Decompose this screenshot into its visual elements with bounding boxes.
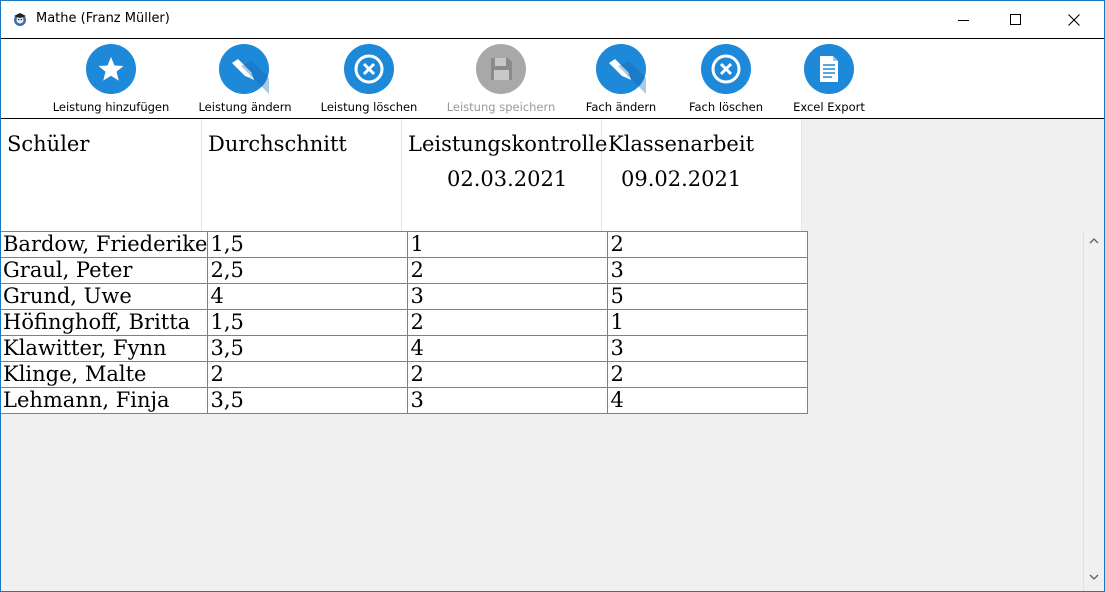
table-row[interactable]: Bardow, Friederike 1,5 1 2 <box>1 231 809 258</box>
exam-grade-cell[interactable]: 3 <box>607 335 809 362</box>
test-grade-cell[interactable]: 2 <box>407 361 609 388</box>
maximize-button[interactable] <box>993 1 1039 38</box>
document-icon <box>820 56 838 82</box>
delete-subject-button[interactable]: Fach löschen <box>676 39 776 118</box>
average-cell[interactable]: 3,5 <box>207 335 409 362</box>
column-header-test-date: 02.03.2021 <box>447 167 568 191</box>
maximize-icon <box>1010 14 1021 25</box>
exam-grade-cell[interactable]: 5 <box>607 283 809 310</box>
average-cell[interactable]: 2 <box>207 361 409 388</box>
column-header-test[interactable]: Leistungskontrolle 02.03.2021 <box>402 119 607 231</box>
test-grade-cell[interactable]: 3 <box>407 387 609 414</box>
minimize-icon <box>958 20 969 21</box>
pencil-icon <box>232 59 269 94</box>
grades-table: Bardow, Friederike 1,5 1 2 Graul, Peter … <box>1 231 809 414</box>
delete-grade-label: Leistung löschen <box>320 100 418 114</box>
vertical-scrollbar[interactable] <box>1083 231 1104 591</box>
toolbar: Leistung hinzufügen Leistung ändern Leis… <box>1 38 1104 119</box>
title-bar: Mathe (Franz Müller) <box>1 1 1104 38</box>
column-header-average[interactable]: Durchschnitt <box>202 119 402 231</box>
app-window: Mathe (Franz Müller) Leistung hinzufügen <box>0 0 1105 592</box>
edit-grade-label: Leistung ändern <box>198 100 292 114</box>
column-header-test-label: Leistungskontrolle <box>408 132 608 156</box>
save-icon <box>491 58 512 80</box>
table-row[interactable]: Lehmann, Finja 3,5 3 4 <box>1 387 809 414</box>
grid-header: Schüler Durchschnitt Leistungskontrolle … <box>1 119 802 231</box>
exam-grade-cell[interactable]: 3 <box>607 257 809 284</box>
edit-subject-button[interactable]: Fach ändern <box>571 39 671 118</box>
scroll-up-icon[interactable] <box>1089 237 1099 245</box>
table-row[interactable]: Grund, Uwe 4 3 5 <box>1 283 809 310</box>
student-name-cell[interactable]: Höfinghoff, Britta <box>1 309 209 336</box>
pencil-icon <box>609 59 646 94</box>
student-name-cell[interactable]: Bardow, Friederike <box>1 231 209 258</box>
edit-subject-label: Fach ändern <box>585 100 657 114</box>
student-name-cell[interactable]: Grund, Uwe <box>1 283 209 310</box>
column-header-student-label: Schüler <box>7 132 90 156</box>
student-name-cell[interactable]: Klinge, Malte <box>1 361 209 388</box>
close-button[interactable] <box>1051 1 1097 38</box>
save-grade-label: Leistung speichern <box>446 100 556 114</box>
student-name-cell[interactable]: Klawitter, Fynn <box>1 335 209 362</box>
test-grade-cell[interactable]: 2 <box>407 257 609 284</box>
delete-subject-label: Fach löschen <box>688 100 764 114</box>
grades-grid: Schüler Durchschnitt Leistungskontrolle … <box>1 119 1083 591</box>
column-header-exam[interactable]: Klassenarbeit 09.02.2021 <box>602 119 802 231</box>
delete-icon <box>354 54 384 84</box>
edit-grade-button[interactable]: Leistung ändern <box>185 39 305 118</box>
column-header-exam-label: Klassenarbeit <box>608 132 755 156</box>
table-row[interactable]: Klinge, Malte 2 2 2 <box>1 361 809 388</box>
column-header-average-label: Durchschnitt <box>208 132 347 156</box>
test-grade-cell[interactable]: 1 <box>407 231 609 258</box>
average-cell[interactable]: 3,5 <box>207 387 409 414</box>
table-row[interactable]: Höfinghoff, Britta 1,5 2 1 <box>1 309 809 336</box>
close-icon <box>1068 14 1080 26</box>
add-grade-label: Leistung hinzufügen <box>52 100 170 114</box>
save-grade-button[interactable]: Leistung speichern <box>441 39 561 118</box>
average-cell[interactable]: 1,5 <box>207 309 409 336</box>
table-row[interactable]: Klawitter, Fynn 3,5 4 3 <box>1 335 809 362</box>
average-cell[interactable]: 4 <box>207 283 409 310</box>
add-grade-button[interactable]: Leistung hinzufügen <box>51 39 171 118</box>
test-grade-cell[interactable]: 3 <box>407 283 609 310</box>
scroll-down-icon[interactable] <box>1089 573 1099 581</box>
excel-export-label: Excel Export <box>793 100 865 114</box>
window-title: Mathe (Franz Müller) <box>36 11 170 26</box>
star-icon <box>98 57 124 81</box>
test-grade-cell[interactable]: 2 <box>407 309 609 336</box>
app-logo-icon <box>14 13 26 26</box>
test-grade-cell[interactable]: 4 <box>407 335 609 362</box>
student-name-cell[interactable]: Graul, Peter <box>1 257 209 284</box>
average-cell[interactable]: 2,5 <box>207 257 409 284</box>
column-header-exam-date: 09.02.2021 <box>621 167 742 191</box>
excel-export-button[interactable]: Excel Export <box>779 39 879 118</box>
table-row[interactable]: Graul, Peter 2,5 2 3 <box>1 257 809 284</box>
student-name-cell[interactable]: Lehmann, Finja <box>1 387 209 414</box>
column-header-student[interactable]: Schüler <box>1 119 202 231</box>
delete-grade-button[interactable]: Leistung löschen <box>309 39 429 118</box>
delete-icon <box>711 54 741 84</box>
exam-grade-cell[interactable]: 2 <box>607 361 809 388</box>
exam-grade-cell[interactable]: 4 <box>607 387 809 414</box>
average-cell[interactable]: 1,5 <box>207 231 409 258</box>
exam-grade-cell[interactable]: 1 <box>607 309 809 336</box>
exam-grade-cell[interactable]: 2 <box>607 231 809 258</box>
minimize-button[interactable] <box>941 1 987 38</box>
